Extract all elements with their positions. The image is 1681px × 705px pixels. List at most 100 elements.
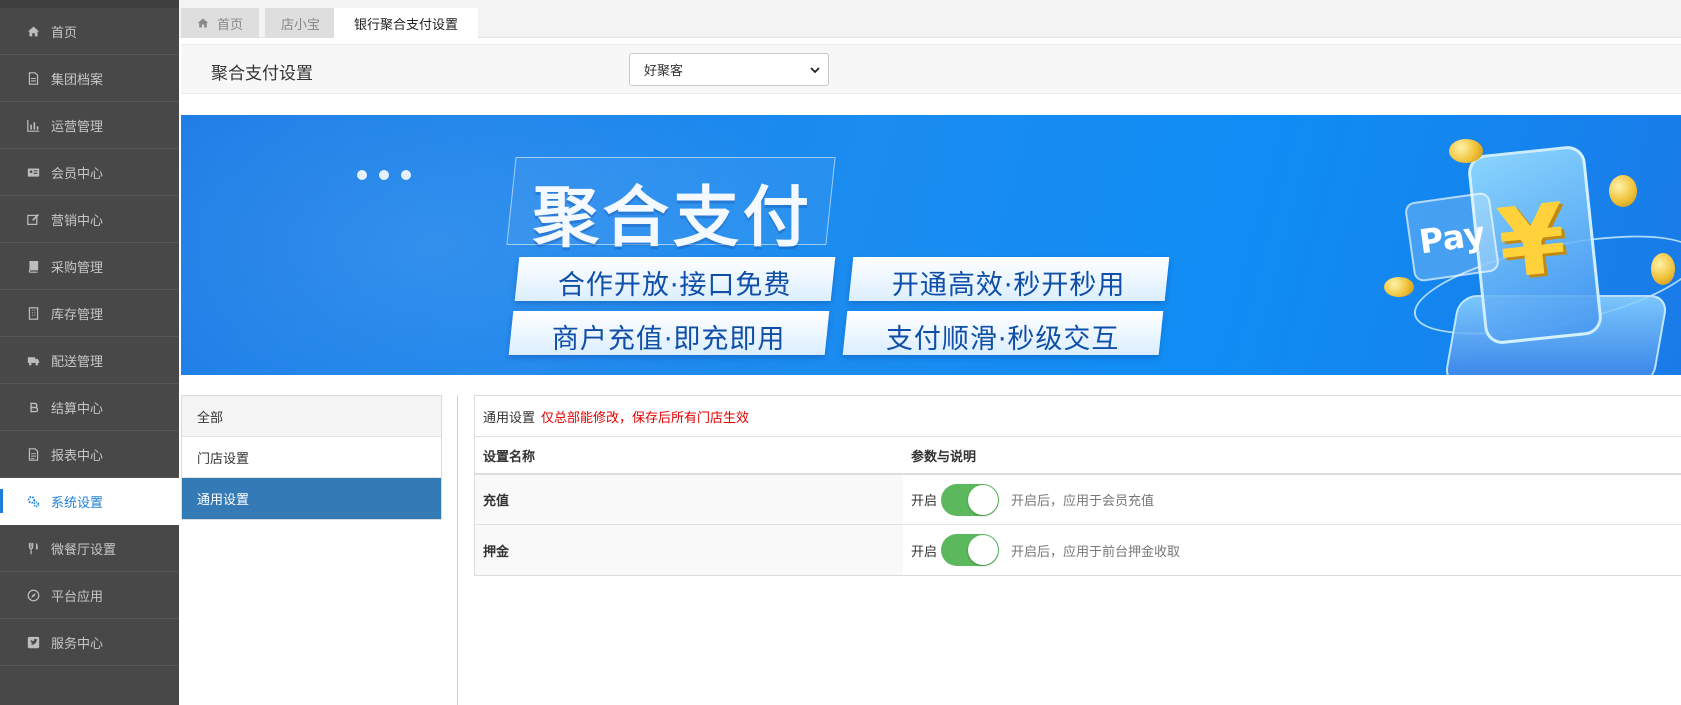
tab-label: 银行聚合支付设置 (354, 17, 459, 33)
id-card-icon (24, 163, 42, 181)
column-header-params: 参数与说明 (911, 449, 977, 465)
truck-icon (24, 351, 42, 369)
page-title: 聚合支付设置 (211, 64, 313, 84)
sidebar-item-label: 服务中心 (51, 636, 104, 652)
sidebar-item-label: 配送管理 (51, 354, 104, 370)
sidebar-item-member-center[interactable]: 会员中心 (0, 149, 179, 196)
sidebar-item-label: 运营管理 (51, 119, 104, 135)
page-header: 聚合支付设置 好聚客 (181, 44, 1681, 94)
sidebar-item-marketing[interactable]: 营销中心 (0, 196, 179, 243)
sidebar-item-delivery[interactable]: 配送管理 (0, 337, 179, 384)
sidebar-item-home[interactable]: 首页 (0, 8, 179, 55)
nav-item-store-settings[interactable]: 门店设置 (182, 437, 441, 478)
sidebar-item-label: 平台应用 (51, 589, 104, 605)
general-settings-panel: 通用设置 仅总部能修改，保存后所有门店生效 设置名称 参数与说明 充值 开启 开… (474, 395, 1681, 576)
panel-header: 通用设置 仅总部能修改，保存后所有门店生效 (475, 396, 1681, 437)
banner-title: 聚合支付 (532, 179, 813, 256)
toggle-knob (968, 484, 999, 515)
book-icon (24, 257, 42, 275)
sidebar-item-micro-restaurant[interactable]: 微餐厅设置 (0, 525, 179, 572)
sidebar-item-inventory[interactable]: 库存管理 (0, 290, 179, 337)
tab-home[interactable]: 首页 (181, 8, 260, 38)
sidebar-item-label: 采购管理 (51, 260, 104, 276)
tab-bar: 首页 店小宝 银行聚合支付设置 (179, 0, 1681, 38)
panel-warning: 仅总部能修改，保存后所有门店生效 (541, 410, 750, 426)
gears-icon (24, 492, 42, 510)
report-icon (24, 445, 42, 463)
file-icon (24, 69, 42, 87)
banner-pill-text: 开通高效·秒开秒用 (891, 270, 1126, 301)
chevron-down-icon (810, 67, 820, 74)
coin-icon (1651, 253, 1675, 285)
banner-title-box: 聚合支付 (506, 157, 836, 256)
merchant-select[interactable]: 好聚客 (629, 53, 829, 86)
sidebar-item-label: 报表中心 (51, 448, 104, 464)
tab-label: 店小宝 (281, 17, 321, 33)
sidebar-item-platform-apps[interactable]: 平台应用 (0, 572, 179, 619)
sidebar-item-label: 库存管理 (51, 307, 104, 323)
deposit-toggle[interactable] (941, 534, 1000, 566)
divider (457, 395, 458, 705)
edit-icon (24, 210, 42, 228)
setting-description: 开启后，应用于会员充值 (1011, 494, 1155, 509)
sidebar-item-label: 首页 (51, 25, 78, 41)
banner-dots (357, 170, 411, 180)
home-icon (24, 22, 42, 40)
pay-card-text: Pay (1416, 213, 1488, 261)
nav-item-general-settings[interactable]: 通用设置 (182, 478, 441, 519)
yen-icon: ¥ (1492, 182, 1572, 301)
table-row: 押金 开启 开启后，应用于前台押金收取 (475, 525, 1681, 575)
banner-pill-text: 支付顺滑·秒级交互 (885, 324, 1120, 355)
home-icon (197, 18, 209, 28)
panel-title: 通用设置 (483, 410, 536, 426)
tab-label: 首页 (217, 17, 244, 33)
bar-chart-icon (24, 116, 42, 134)
sidebar-item-reports[interactable]: 报表中心 (0, 431, 179, 478)
sidebar-item-label: 结算中心 (51, 401, 104, 417)
banner-pill-text: 商户充值·即充即用 (551, 324, 786, 355)
sidebar-item-settlement[interactable]: 结算中心 (0, 384, 179, 431)
cutlery-icon (24, 539, 42, 557)
banner-pill-text: 合作开放·接口免费 (557, 270, 792, 301)
sidebar-item-operations[interactable]: 运营管理 (0, 102, 179, 149)
switch-label: 开启 (911, 494, 938, 509)
sidebar-item-label: 系统设置 (51, 495, 104, 511)
setting-name: 押金 (475, 525, 903, 575)
banner-pill: 商户充值·即充即用 (508, 311, 830, 355)
sidebar-item-system-settings[interactable]: 系统设置 (0, 478, 179, 525)
sidebar-item-label: 营销中心 (51, 213, 104, 229)
coin-icon (1384, 277, 1414, 297)
setting-description: 开启后，应用于前台押金收取 (1011, 544, 1181, 560)
main-area: 首页 店小宝 银行聚合支付设置 聚合支付设置 好聚客 聚合支付 合作开放·接口免… (179, 0, 1681, 705)
sidebar-item-purchasing[interactable]: 采购管理 (0, 243, 179, 290)
banner-pill: 合作开放·接口免费 (514, 257, 836, 301)
tab-bank-aggregate-payment[interactable]: 银行聚合支付设置 (334, 8, 479, 38)
setting-params: 开启 开启后，应用于前台押金收取 (903, 525, 1681, 575)
nav-item-all[interactable]: 全部 (182, 396, 441, 437)
sidebar: 首页 集团档案 运营管理 会员中心 营销中心 采购管理 库存管理 配送管理 结算… (0, 0, 179, 705)
banner-pill: 支付顺滑·秒级交互 (842, 311, 1164, 355)
setting-params: 开启 开启后，应用于会员充值 (903, 475, 1681, 524)
switch-label: 开启 (911, 544, 938, 560)
tab-dianxiaobao[interactable]: 店小宝 (265, 8, 337, 38)
sidebar-item-service-center[interactable]: 服务中心 (0, 619, 179, 666)
toggle-knob (968, 535, 999, 565)
settings-category-nav: 全部 门店设置 通用设置 (181, 395, 442, 520)
sidebar-item-label: 会员中心 (51, 166, 104, 182)
sidebar-item-label: 集团档案 (51, 72, 104, 88)
table-header: 设置名称 参数与说明 (475, 437, 1681, 475)
column-header-name: 设置名称 (483, 449, 536, 465)
building-icon (24, 304, 42, 322)
sidebar-item-label: 微餐厅设置 (51, 542, 117, 558)
recharge-toggle[interactable] (941, 483, 1000, 516)
merchant-select-value: 好聚客 (644, 64, 684, 79)
sidebar-item-group-archive[interactable]: 集团档案 (0, 55, 179, 102)
sidebar-top-strip (0, 0, 179, 8)
aggregate-payment-banner: 聚合支付 合作开放·接口免费 开通高效·秒开秒用 商户充值·即充即用 支付顺滑·… (181, 115, 1681, 375)
table-row: 充值 开启 开启后，应用于会员充值 (475, 475, 1681, 525)
coin-icon (1449, 139, 1483, 163)
setting-name: 充值 (475, 475, 903, 524)
bitcoin-icon (24, 398, 42, 416)
compass-icon (24, 586, 42, 604)
coin-icon (1609, 175, 1637, 207)
